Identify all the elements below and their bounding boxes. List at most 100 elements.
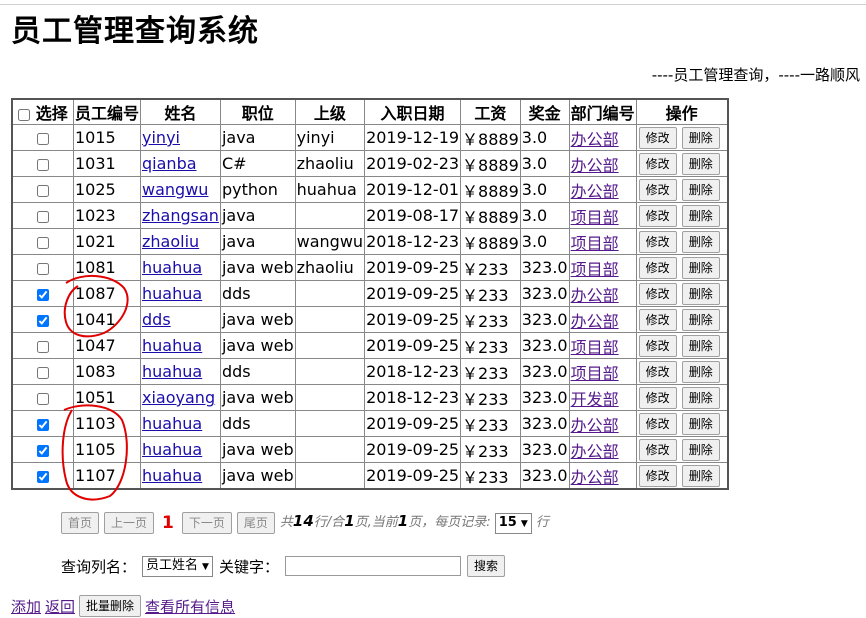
current-page-number[interactable]: 1	[162, 513, 174, 533]
edit-button[interactable]: 修改	[638, 438, 677, 461]
next-page-button[interactable]: 下一页	[181, 511, 232, 534]
delete-button[interactable]: 删除	[681, 412, 720, 435]
row-checkbox[interactable]	[37, 262, 49, 275]
cell-id: 1041	[72, 306, 142, 333]
delete-button[interactable]: 删除	[681, 256, 720, 279]
employee-name-link[interactable]: dds	[142, 310, 171, 329]
edit-button[interactable]: 修改	[638, 412, 677, 435]
batch-delete-button[interactable]: 批量删除	[79, 595, 142, 617]
prev-page-button[interactable]: 上一页	[104, 511, 155, 534]
edit-button[interactable]: 修改	[638, 282, 677, 305]
row-checkbox[interactable]	[37, 366, 49, 379]
employee-name-link[interactable]: huahua	[142, 284, 202, 303]
edit-button[interactable]: 修改	[638, 178, 677, 201]
select-all-checkbox[interactable]	[18, 108, 31, 121]
edit-button[interactable]: 修改	[638, 334, 677, 357]
row-checkbox[interactable]	[37, 132, 49, 145]
row-checkbox[interactable]	[37, 418, 49, 431]
back-link[interactable]: 返回	[45, 596, 75, 617]
delete-button[interactable]: 删除	[681, 282, 720, 305]
cell-name: huahua	[140, 462, 221, 490]
delete-button[interactable]: 删除	[681, 464, 720, 487]
cell-manager	[294, 384, 366, 411]
cell-hire-date: 2019-02-23	[364, 150, 462, 177]
cell-id: 1025	[72, 176, 142, 203]
row-checkbox[interactable]	[37, 314, 49, 327]
cell-job: C#	[219, 150, 296, 177]
edit-button[interactable]: 修改	[638, 360, 677, 383]
cell-actions: 修改 删除	[635, 150, 729, 177]
search-button[interactable]: 搜索	[466, 555, 505, 577]
per-page-select[interactable]: 15 ▼	[494, 513, 532, 534]
delete-button[interactable]: 删除	[681, 204, 720, 227]
employee-name-link[interactable]: huahua	[142, 336, 202, 355]
delete-button[interactable]: 删除	[681, 178, 720, 201]
row-checkbox[interactable]	[37, 444, 49, 457]
edit-button[interactable]: 修改	[638, 256, 677, 279]
delete-button[interactable]: 删除	[681, 152, 720, 175]
delete-button[interactable]: 删除	[681, 386, 720, 409]
dept-link[interactable]: 办公部	[571, 130, 619, 149]
employee-name-link[interactable]: zhaoliu	[142, 232, 199, 251]
row-checkbox[interactable]	[37, 470, 49, 483]
cell-id: 1031	[72, 150, 142, 177]
dept-link[interactable]: 办公部	[571, 468, 619, 487]
first-page-button[interactable]: 首页	[61, 511, 100, 534]
dept-link[interactable]: 项目部	[571, 338, 619, 357]
delete-button[interactable]: 删除	[681, 334, 720, 357]
row-checkbox[interactable]	[37, 158, 49, 171]
cell-hire-date: 2019-09-25	[364, 280, 462, 307]
delete-button[interactable]: 删除	[681, 230, 720, 253]
row-checkbox[interactable]	[37, 392, 49, 405]
cell-dept: 项目部	[568, 332, 637, 359]
employee-name-link[interactable]: huahua	[142, 440, 202, 459]
dept-link[interactable]: 办公部	[571, 442, 619, 461]
delete-button[interactable]: 删除	[681, 360, 720, 383]
edit-button[interactable]: 修改	[638, 308, 677, 331]
row-checkbox[interactable]	[37, 184, 49, 197]
dept-link[interactable]: 办公部	[571, 312, 619, 331]
dept-link[interactable]: 项目部	[571, 234, 619, 253]
row-checkbox[interactable]	[37, 236, 49, 249]
employee-name-link[interactable]: huahua	[142, 466, 202, 485]
dept-link[interactable]: 办公部	[571, 286, 619, 305]
edit-button[interactable]: 修改	[638, 230, 677, 253]
delete-button[interactable]: 删除	[681, 126, 720, 149]
delete-button[interactable]: 删除	[681, 438, 720, 461]
employee-name-link[interactable]: huahua	[142, 362, 202, 381]
employee-name-link[interactable]: wangwu	[142, 180, 208, 199]
header-job: 职位	[219, 98, 296, 125]
edit-button[interactable]: 修改	[638, 152, 677, 175]
cell-salary: ￥233	[460, 384, 521, 411]
employee-name-link[interactable]: xiaoyang	[142, 388, 215, 407]
dept-link[interactable]: 办公部	[571, 416, 619, 435]
edit-button[interactable]: 修改	[638, 386, 677, 409]
dept-link[interactable]: 办公部	[571, 156, 619, 175]
cell-select	[11, 332, 74, 359]
cell-actions: 修改 删除	[635, 124, 729, 151]
row-checkbox[interactable]	[37, 210, 49, 223]
dept-link[interactable]: 项目部	[571, 260, 619, 279]
employee-name-link[interactable]: qianba	[142, 154, 197, 173]
dept-link[interactable]: 办公部	[571, 182, 619, 201]
dept-link[interactable]: 开发部	[571, 390, 619, 409]
employee-name-link[interactable]: huahua	[142, 258, 202, 277]
employee-name-link[interactable]: huahua	[142, 414, 202, 433]
edit-button[interactable]: 修改	[638, 204, 677, 227]
page-info-prefix: 共	[279, 515, 293, 530]
employee-name-link[interactable]: zhangsan	[142, 206, 219, 225]
last-page-button[interactable]: 尾页	[236, 511, 275, 534]
keyword-input[interactable]	[284, 556, 461, 576]
view-all-link[interactable]: 查看所有信息	[145, 596, 235, 617]
delete-button[interactable]: 删除	[681, 308, 720, 331]
cell-name: huahua	[140, 410, 221, 437]
row-checkbox[interactable]	[37, 340, 49, 353]
row-checkbox[interactable]	[37, 288, 49, 301]
edit-button[interactable]: 修改	[638, 464, 677, 487]
add-link[interactable]: 添加	[11, 596, 41, 617]
column-select[interactable]: 员工姓名 ▼	[142, 555, 213, 577]
edit-button[interactable]: 修改	[638, 126, 677, 149]
dept-link[interactable]: 项目部	[571, 364, 619, 383]
employee-name-link[interactable]: yinyi	[142, 128, 180, 147]
dept-link[interactable]: 项目部	[571, 208, 619, 227]
